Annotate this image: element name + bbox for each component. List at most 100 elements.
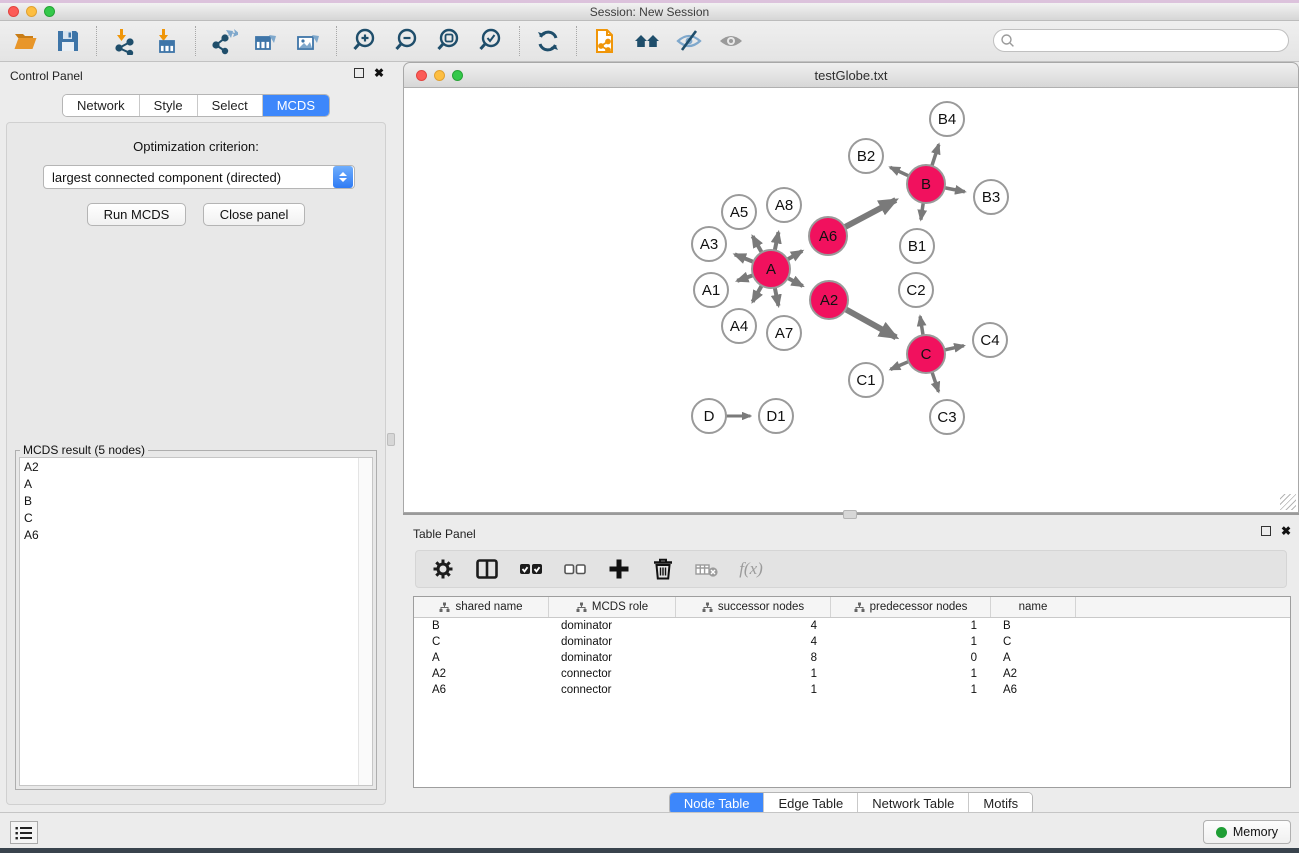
network-graph[interactable]: B4B2BB3A8A5A6A3B1AA1C2A2A4A7C4CC1C3DD1 bbox=[404, 88, 1298, 511]
table-row[interactable]: A6connector11A6 bbox=[414, 682, 1290, 698]
edge-A-A8[interactable] bbox=[775, 232, 779, 250]
table-cell[interactable]: B bbox=[414, 620, 549, 632]
table-cell[interactable]: connector bbox=[549, 684, 676, 696]
network-window-titlebar[interactable]: testGlobe.txt bbox=[403, 62, 1299, 88]
import-network-icon[interactable] bbox=[111, 27, 139, 55]
close-panel-icon[interactable]: ✖ bbox=[374, 68, 384, 78]
tab-mcds[interactable]: MCDS bbox=[263, 95, 329, 116]
edge-A-A3[interactable] bbox=[735, 254, 754, 261]
table-cell[interactable]: dominator bbox=[549, 620, 676, 632]
tab-network[interactable]: Network bbox=[63, 95, 140, 116]
network-from-file-icon[interactable] bbox=[591, 27, 619, 55]
edge-A-A1[interactable] bbox=[737, 275, 753, 281]
mcds-result-item[interactable]: A6 bbox=[20, 526, 372, 543]
mcds-result-item[interactable]: B bbox=[20, 492, 372, 509]
edge-A-A6[interactable] bbox=[787, 251, 802, 260]
edge-C-C4[interactable] bbox=[945, 346, 964, 350]
add-column-icon[interactable] bbox=[606, 556, 632, 582]
delete-column-icon[interactable] bbox=[650, 556, 676, 582]
select-all-icon[interactable] bbox=[518, 556, 544, 582]
close-table-panel-icon[interactable]: ✖ bbox=[1281, 526, 1291, 536]
edge-C-C1[interactable] bbox=[890, 362, 908, 370]
close-panel-button[interactable]: Close panel bbox=[203, 203, 306, 226]
deselect-all-icon[interactable] bbox=[562, 556, 588, 582]
column-header-shared-name[interactable]: shared name bbox=[414, 597, 549, 617]
export-image-icon[interactable] bbox=[294, 27, 322, 55]
scrollbar-track[interactable] bbox=[358, 458, 372, 785]
table-cell[interactable]: A6 bbox=[414, 684, 549, 696]
table-cell[interactable]: C bbox=[991, 636, 1076, 648]
zoom-in-icon[interactable] bbox=[351, 27, 379, 55]
edge-C-C3[interactable] bbox=[932, 372, 939, 392]
table-cell[interactable]: A6 bbox=[991, 684, 1076, 696]
table-cell[interactable]: B bbox=[991, 620, 1076, 632]
table-row[interactable]: Bdominator41B bbox=[414, 618, 1290, 634]
edge-A-A4[interactable] bbox=[753, 286, 762, 302]
table-cell[interactable]: A bbox=[414, 652, 549, 664]
mcds-result-item[interactable]: C bbox=[20, 509, 372, 526]
memory-button[interactable]: Memory bbox=[1203, 820, 1291, 844]
float-panel-icon[interactable] bbox=[354, 68, 364, 78]
edge-A-A7[interactable] bbox=[775, 288, 779, 306]
edge-C-C2[interactable] bbox=[920, 316, 923, 335]
tab-edge-table[interactable]: Edge Table bbox=[764, 793, 858, 814]
vertical-splitter-handle[interactable] bbox=[387, 433, 395, 446]
table-cell[interactable]: 1 bbox=[831, 620, 991, 632]
table-row[interactable]: Adominator80A bbox=[414, 650, 1290, 666]
table-cell[interactable]: 1 bbox=[831, 684, 991, 696]
home-icon[interactable] bbox=[633, 27, 661, 55]
table-cell[interactable]: C bbox=[414, 636, 549, 648]
edge-B-B3[interactable] bbox=[945, 188, 965, 192]
column-header-successor-nodes[interactable]: successor nodes bbox=[676, 597, 831, 617]
import-table-icon[interactable] bbox=[153, 27, 181, 55]
zoom-selected-icon[interactable] bbox=[477, 27, 505, 55]
function-builder-icon[interactable]: f(x) bbox=[738, 556, 764, 582]
tab-node-table[interactable]: Node Table bbox=[670, 793, 765, 814]
column-header-name[interactable]: name bbox=[991, 597, 1076, 617]
tab-network-table[interactable]: Network Table bbox=[858, 793, 969, 814]
refresh-icon[interactable] bbox=[534, 27, 562, 55]
edge-A-A2[interactable] bbox=[788, 278, 803, 286]
toolbar-search-field[interactable] bbox=[993, 29, 1289, 52]
table-cell[interactable]: dominator bbox=[549, 652, 676, 664]
table-cell[interactable]: A bbox=[991, 652, 1076, 664]
criterion-select[interactable]: largest connected component (directed) bbox=[43, 165, 355, 189]
horizontal-splitter-handle[interactable] bbox=[843, 510, 857, 519]
table-cell[interactable]: 1 bbox=[676, 668, 831, 680]
table-cell[interactable]: 8 bbox=[676, 652, 831, 664]
edge-A6-B[interactable] bbox=[845, 200, 896, 227]
task-history-button[interactable] bbox=[10, 821, 38, 844]
table-cell[interactable]: 4 bbox=[676, 620, 831, 632]
table-row[interactable]: Cdominator41C bbox=[414, 634, 1290, 650]
tab-motifs[interactable]: Motifs bbox=[969, 793, 1032, 814]
edge-A2-C[interactable] bbox=[846, 309, 897, 337]
edge-B-B4[interactable] bbox=[932, 144, 939, 166]
window-resize-grip[interactable] bbox=[1280, 494, 1296, 510]
table-cell[interactable]: A2 bbox=[991, 668, 1076, 680]
table-cell[interactable]: connector bbox=[549, 668, 676, 680]
mcds-result-item[interactable]: A2 bbox=[20, 458, 372, 475]
tab-style[interactable]: Style bbox=[140, 95, 198, 116]
table-cell[interactable]: 1 bbox=[676, 684, 831, 696]
edge-B-B1[interactable] bbox=[921, 203, 923, 220]
table-cell[interactable]: A2 bbox=[414, 668, 549, 680]
table-cell[interactable]: 4 bbox=[676, 636, 831, 648]
table-cell[interactable]: 1 bbox=[831, 636, 991, 648]
column-header-MCDS-role[interactable]: MCDS role bbox=[549, 597, 676, 617]
table-row[interactable]: A2connector11A2 bbox=[414, 666, 1290, 682]
table-settings-icon[interactable] bbox=[430, 556, 456, 582]
zoom-fit-icon[interactable] bbox=[435, 27, 463, 55]
delete-table-icon[interactable] bbox=[694, 556, 720, 582]
export-table-icon[interactable] bbox=[252, 27, 280, 55]
export-network-icon[interactable] bbox=[210, 27, 238, 55]
table-cell[interactable]: dominator bbox=[549, 636, 676, 648]
edge-B-B2[interactable] bbox=[890, 167, 909, 176]
show-details-icon[interactable] bbox=[717, 27, 745, 55]
tab-select[interactable]: Select bbox=[198, 95, 263, 116]
table-cell[interactable]: 1 bbox=[831, 668, 991, 680]
zoom-out-icon[interactable] bbox=[393, 27, 421, 55]
save-session-icon[interactable] bbox=[54, 27, 82, 55]
hide-details-icon[interactable] bbox=[675, 27, 703, 55]
table-cell[interactable]: 0 bbox=[831, 652, 991, 664]
run-mcds-button[interactable]: Run MCDS bbox=[87, 203, 187, 226]
